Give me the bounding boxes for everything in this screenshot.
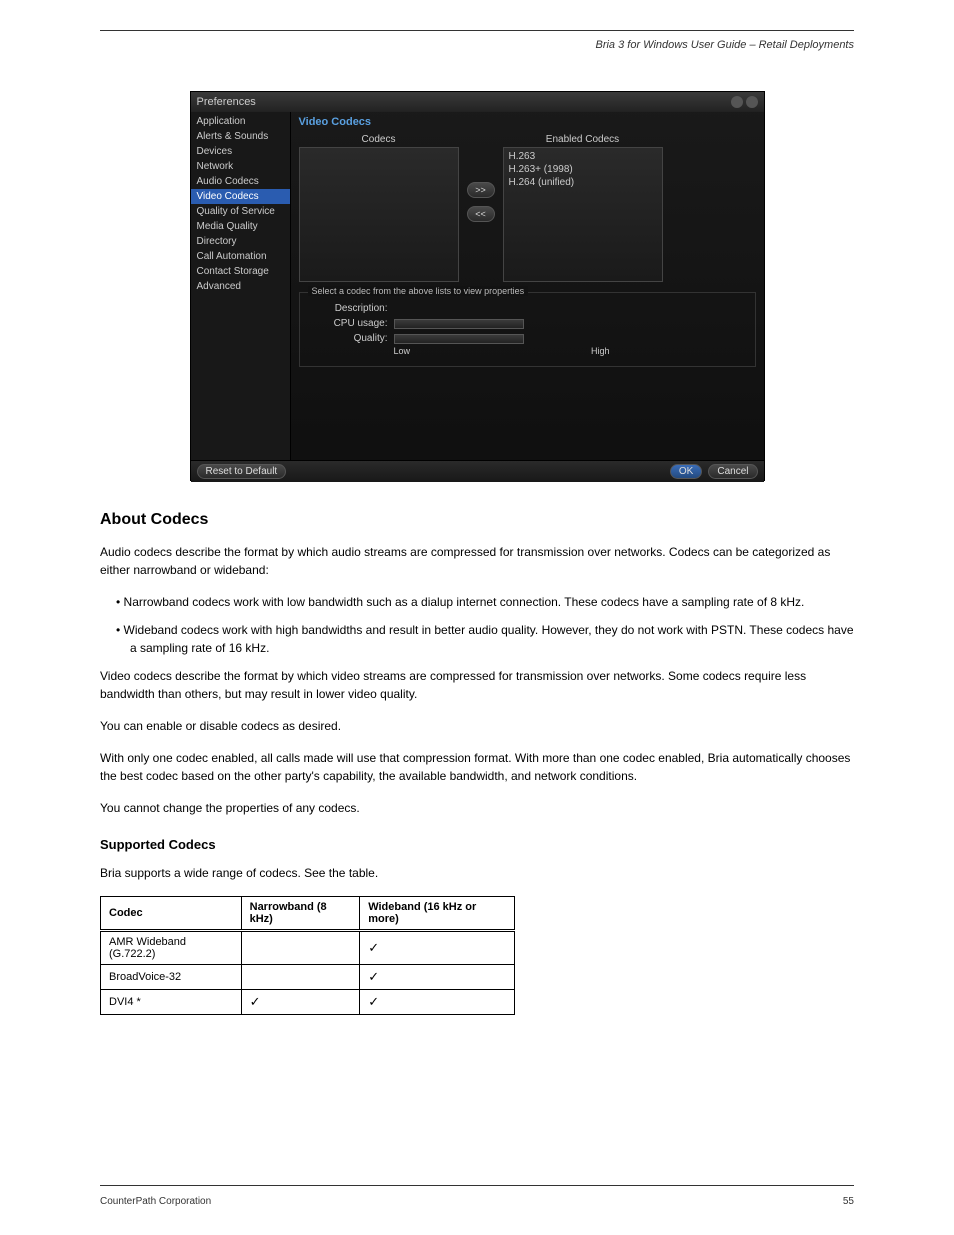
table-cell: ✓ [360, 965, 515, 990]
sidebar-item-call-automation[interactable]: Call Automation [191, 249, 290, 264]
table-cell: ✓ [360, 990, 515, 1015]
table-row: DVI4 *✓✓ [101, 990, 515, 1015]
preferences-sidebar: ApplicationAlerts & SoundsDevicesNetwork… [191, 112, 291, 460]
table-header: Wideband (16 kHz or more) [360, 897, 515, 931]
scale-high: High [591, 346, 610, 356]
minimize-icon[interactable] [731, 96, 743, 108]
table-row: BroadVoice-32 ✓ [101, 965, 515, 990]
list-item[interactable]: H.263 [506, 150, 660, 163]
quality-bar [394, 334, 524, 344]
preferences-dialog: Preferences ApplicationAlerts & SoundsDe… [190, 91, 765, 481]
dialog-title: Preferences [197, 92, 256, 112]
footer-page-number: 55 [843, 1196, 854, 1207]
table-cell [241, 965, 360, 990]
quality-label: Quality: [308, 333, 388, 344]
table-header: Narrowband (8 kHz) [241, 897, 360, 931]
disable-codec-button[interactable]: << [467, 206, 495, 222]
heading-about-codecs: About Codecs [100, 511, 854, 529]
description-label: Description: [308, 303, 388, 314]
supported-codecs-table: CodecNarrowband (8 kHz)Wideband (16 kHz … [100, 896, 515, 1015]
paragraph: Video codecs describe the format by whic… [100, 667, 854, 703]
sidebar-item-contact-storage[interactable]: Contact Storage [191, 264, 290, 279]
codec-properties-group: Select a codec from the above lists to v… [299, 292, 756, 367]
paragraph: You cannot change the properties of any … [100, 799, 854, 817]
table-cell: DVI4 * [101, 990, 242, 1015]
sidebar-item-audio-codecs[interactable]: Audio Codecs [191, 174, 290, 189]
list-item[interactable]: H.264 (unified) [506, 176, 660, 189]
heading-supported-codecs: Supported Codecs [100, 837, 854, 852]
available-codecs-listbox[interactable] [299, 147, 459, 282]
reset-to-default-button[interactable]: Reset to Default [197, 464, 287, 479]
scale-low: Low [394, 346, 411, 356]
sidebar-item-media-quality[interactable]: Media Quality [191, 219, 290, 234]
sidebar-item-directory[interactable]: Directory [191, 234, 290, 249]
table-cell: AMR Wideband (G.722.2) [101, 931, 242, 965]
table-cell: ✓ [360, 931, 515, 965]
bullet-item: Narrowband codecs work with low bandwidt… [130, 593, 854, 611]
sidebar-item-devices[interactable]: Devices [191, 144, 290, 159]
list-item[interactable]: H.263+ (1998) [506, 163, 660, 176]
sidebar-item-video-codecs[interactable]: Video Codecs [191, 189, 290, 204]
bullet-item: Wideband codecs work with high bandwidth… [130, 621, 854, 657]
available-codecs-label: Codecs [299, 134, 459, 145]
table-cell: ✓ [241, 990, 360, 1015]
table-header: Codec [101, 897, 242, 931]
cpu-usage-label: CPU usage: [308, 318, 388, 329]
enabled-codecs-label: Enabled Codecs [503, 134, 663, 145]
paragraph: Audio codecs describe the format by whic… [100, 543, 854, 579]
table-row: AMR Wideband (G.722.2) ✓ [101, 931, 515, 965]
header-rule [100, 30, 854, 31]
properties-legend: Select a codec from the above lists to v… [308, 286, 529, 296]
paragraph: You can enable or disable codecs as desi… [100, 717, 854, 735]
header-text: Bria 3 for Windows User Guide – Retail D… [100, 39, 854, 51]
enable-codec-button[interactable]: >> [467, 182, 495, 198]
sidebar-item-network[interactable]: Network [191, 159, 290, 174]
ok-button[interactable]: OK [670, 464, 702, 479]
titlebar: Preferences [191, 92, 764, 112]
panel-title: Video Codecs [299, 116, 756, 128]
cancel-button[interactable]: Cancel [708, 464, 757, 479]
sidebar-item-alerts-sounds[interactable]: Alerts & Sounds [191, 129, 290, 144]
paragraph: With only one codec enabled, all calls m… [100, 749, 854, 785]
paragraph: Bria supports a wide range of codecs. Se… [100, 864, 854, 882]
sidebar-item-advanced[interactable]: Advanced [191, 279, 290, 294]
enabled-codecs-listbox[interactable]: H.263H.263+ (1998)H.264 (unified) [503, 147, 663, 282]
close-icon[interactable] [746, 96, 758, 108]
table-cell: BroadVoice-32 [101, 965, 242, 990]
sidebar-item-quality-of-service[interactable]: Quality of Service [191, 204, 290, 219]
cpu-usage-bar [394, 319, 524, 329]
sidebar-item-application[interactable]: Application [191, 114, 290, 129]
footer-left: CounterPath Corporation [100, 1196, 211, 1207]
table-cell [241, 931, 360, 965]
